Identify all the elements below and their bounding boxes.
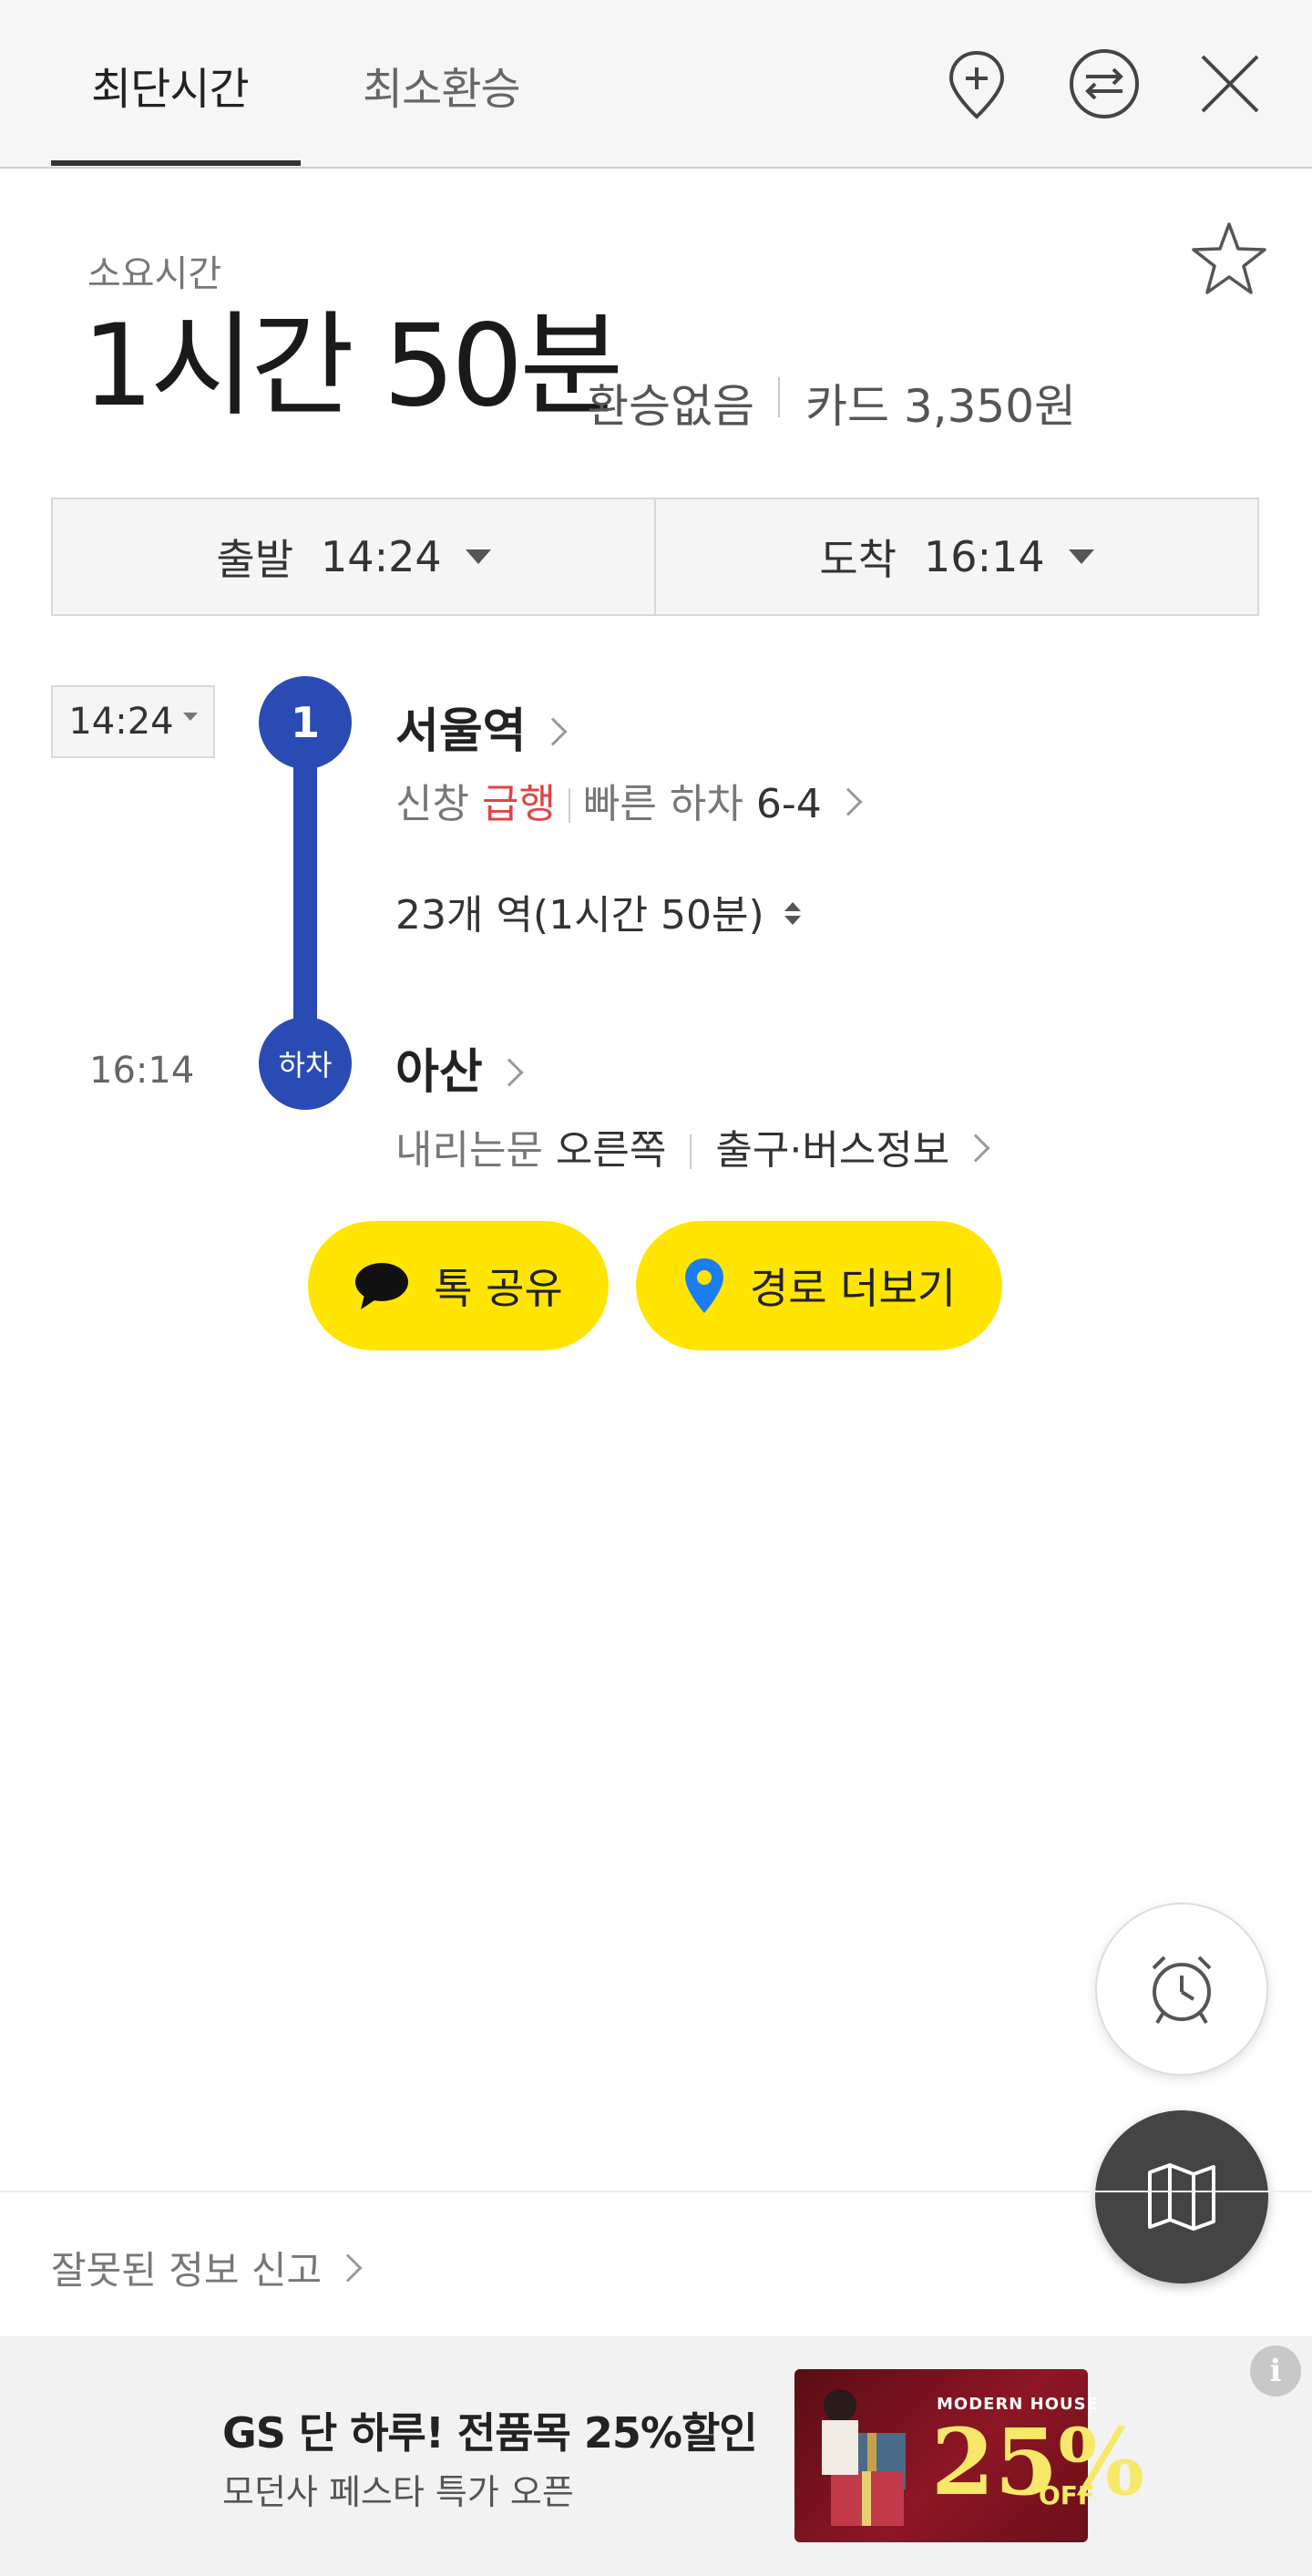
map-icon — [1148, 2163, 1215, 2231]
alight-info: 내리는문 오른쪽 출구·버스정보 — [395, 1117, 990, 1175]
more-route-label: 경로 더보기 — [749, 1264, 957, 1313]
door-label: 내리는문 — [395, 1127, 543, 1174]
alarm-button[interactable] — [1095, 1903, 1268, 2076]
exit-info: 출구·버스정보 — [715, 1127, 950, 1174]
divider — [568, 788, 570, 823]
arrival-station-link[interactable]: 아산 — [395, 1033, 524, 1102]
departure-station-link[interactable]: 서울역 — [395, 693, 568, 761]
arrival-time-dropdown[interactable]: 도착 16:14 — [654, 499, 1257, 614]
arrival-label: 도착 — [819, 535, 897, 584]
chevron-right-icon — [961, 1134, 990, 1163]
transfer-count: 환승없음 — [587, 380, 754, 433]
close-icon[interactable] — [1192, 46, 1268, 122]
fare: 카드 3,350원 — [805, 380, 1077, 433]
chevron-right-icon — [538, 717, 568, 746]
departure-station: 서울역 — [395, 704, 527, 759]
arrival-time-label: 16:14 — [89, 1050, 195, 1092]
ad-subtitle: 모던사 페스타 특가 오픈 — [222, 2472, 574, 2512]
fast-exit-value: 6-4 — [755, 781, 822, 827]
summary-divider — [778, 377, 780, 417]
chevron-right-icon — [495, 1058, 524, 1087]
stops-summary: 23개 역(1시간 50분) — [395, 892, 764, 939]
divider — [690, 1134, 692, 1169]
kakaotalk-share-button[interactable]: 톡 공유 — [308, 1221, 609, 1350]
chevron-down-icon — [465, 549, 491, 564]
fast-exit-link[interactable]: 빠른 하차 6-4 — [582, 781, 863, 827]
chevron-down-icon — [182, 712, 198, 721]
departure-time-dropdown[interactable]: 출발 14:24 — [53, 499, 654, 614]
time-selector: 출발 14:24 도착 16:14 — [51, 498, 1259, 616]
departure-label: 출발 — [216, 535, 294, 584]
line-number-badge: 1 — [259, 676, 352, 769]
ad-off: OFF — [1039, 2480, 1096, 2510]
swap-route-icon[interactable] — [1066, 46, 1143, 122]
expand-toggle-icon — [784, 902, 801, 925]
board-time: 14:24 — [68, 701, 174, 743]
tab-fastest[interactable]: 최단시간 — [91, 53, 250, 117]
info-icon[interactable]: i — [1250, 2345, 1301, 2396]
section-divider — [0, 2191, 1312, 2192]
speech-bubble-icon — [355, 1263, 409, 1309]
tab-least-transfer[interactable]: 최소환승 — [363, 53, 521, 117]
more-route-button[interactable]: 경로 더보기 — [636, 1221, 1002, 1350]
arrival-station: 아산 — [395, 1045, 483, 1100]
duration-label: 소요시간 — [87, 253, 222, 295]
map-button[interactable] — [1095, 2110, 1268, 2284]
fast-exit-label: 빠른 하차 — [582, 781, 743, 827]
direction: 신창 — [395, 781, 469, 827]
share-label: 톡 공유 — [434, 1264, 563, 1313]
door-side: 오른쪽 — [555, 1127, 667, 1174]
chevron-down-icon — [1068, 549, 1094, 564]
exit-info-link[interactable]: 출구·버스정보 — [715, 1127, 990, 1174]
ad-title[interactable]: GS 단 하루! 전품목 25%할인 — [222, 2400, 758, 2460]
chevron-right-icon — [834, 787, 863, 816]
board-time-dropdown[interactable]: 14:24 — [51, 685, 215, 758]
stops-toggle[interactable]: 23개 역(1시간 50분) — [395, 882, 801, 940]
chevron-right-icon — [333, 2253, 363, 2283]
report-label: 잘못된 정보 신고 — [51, 2248, 323, 2293]
alight-badge: 하차 — [259, 1017, 352, 1110]
express-badge: 급행 — [481, 781, 556, 827]
pin-plus-icon[interactable] — [938, 46, 1015, 122]
alarm-clock-icon — [1152, 1955, 1212, 2025]
active-tab-indicator — [51, 160, 301, 166]
top-bar: 최단시간 최소환승 — [0, 0, 1312, 169]
train-info: 신창 급행 빠른 하차 6-4 — [395, 771, 863, 829]
departure-time: 14:24 — [321, 532, 442, 581]
total-duration: 1시간 50분 — [82, 301, 623, 432]
report-link[interactable]: 잘못된 정보 신고 — [51, 2240, 363, 2295]
arrival-time: 16:14 — [924, 532, 1045, 581]
star-icon[interactable] — [1189, 219, 1269, 299]
location-pin-icon — [684, 1258, 723, 1313]
